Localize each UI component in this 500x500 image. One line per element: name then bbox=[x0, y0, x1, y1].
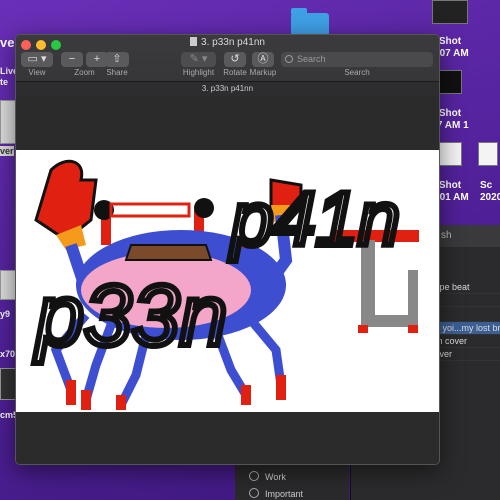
search-icon bbox=[285, 55, 293, 63]
right-eye bbox=[194, 198, 214, 218]
edge-label-ver: ver bbox=[0, 146, 14, 156]
drawing-image: PEEN p33n p41n bbox=[16, 150, 439, 412]
edge-label-ve: ve bbox=[0, 35, 15, 50]
share-label: Share bbox=[106, 68, 128, 77]
desktop-file-label: Shot bbox=[438, 36, 462, 47]
zoom-in-icon: + bbox=[93, 53, 101, 65]
desktop-file-label: Shot bbox=[438, 108, 462, 119]
leg-tips bbox=[66, 375, 286, 410]
view-button[interactable]: ▭ ▾ bbox=[21, 52, 53, 67]
search-label: Search bbox=[344, 68, 370, 77]
screenshot-thumbnail-icon bbox=[438, 70, 462, 94]
left-claw bbox=[34, 159, 98, 242]
desktop-screenshot-file[interactable]: Sc 2020 bbox=[480, 180, 500, 204]
zoom-out-button[interactable]: − bbox=[61, 52, 83, 67]
share-icon: ⇧ bbox=[112, 53, 122, 65]
screenshot-thumbnail-icon bbox=[432, 0, 468, 24]
eyeglasses bbox=[109, 202, 191, 218]
desktop-file-sublabel: 2020 bbox=[480, 192, 500, 203]
document-icon bbox=[190, 37, 198, 46]
edge-label-x70: x70 bbox=[0, 349, 16, 359]
desktop-file-label: Sc bbox=[480, 180, 493, 191]
screenshot-thumbnail-icon bbox=[438, 142, 462, 166]
tag-circle-icon bbox=[249, 471, 259, 481]
tag-important[interactable]: Important bbox=[249, 487, 303, 500]
view-label: View bbox=[28, 68, 46, 77]
rotate-button[interactable]: ↺ bbox=[224, 52, 246, 67]
window-title-text: 3. p33n p41nn bbox=[201, 37, 265, 48]
crab-mouth bbox=[124, 244, 213, 261]
desktop-screenshot-file[interactable] bbox=[475, 142, 500, 168]
desktop-thumbnail[interactable] bbox=[0, 270, 16, 300]
preview-window[interactable]: 3. p33n p41nn ▭ ▾ View − + Zoom ⇧ Share … bbox=[15, 34, 440, 465]
tag-label: Important bbox=[265, 489, 304, 499]
document-tab[interactable]: 3. p33n p41nn bbox=[16, 81, 439, 96]
tag-circle-icon bbox=[249, 488, 259, 498]
zoom-out-icon: − bbox=[68, 53, 76, 65]
handwritten-right-word: p41n bbox=[229, 177, 400, 262]
desktop-thumbnail[interactable] bbox=[0, 100, 16, 144]
tag-label: Work bbox=[265, 472, 286, 482]
finder-sidebar-tags: Work Important bbox=[235, 462, 349, 500]
markup-button[interactable]: Ⓐ bbox=[252, 52, 274, 67]
highlighter-icon: ✎ ▾ bbox=[189, 53, 208, 65]
desktop: ve Live te ver y9 x70 cm5 Shot 8.07 AM S… bbox=[0, 0, 500, 500]
tag-work[interactable]: Work bbox=[249, 470, 286, 484]
highlight-label: Highlight bbox=[182, 68, 215, 77]
share-button[interactable]: ⇧ bbox=[105, 52, 129, 67]
desktop-file-label: Shot bbox=[438, 180, 462, 191]
sidebar-view-icon: ▭ ▾ bbox=[27, 53, 47, 65]
desktop-screenshot-file[interactable] bbox=[420, 0, 480, 26]
desktop-thumbnail[interactable] bbox=[0, 368, 16, 400]
rotate-icon: ↺ bbox=[230, 53, 240, 65]
search-placeholder: Search bbox=[297, 54, 326, 64]
markup-label: Markup bbox=[249, 68, 277, 77]
markup-pen-icon: Ⓐ bbox=[257, 53, 269, 65]
window-title: 3. p33n p41nn bbox=[16, 37, 439, 48]
tab-title: 3. p33n p41nn bbox=[201, 84, 254, 93]
edge-label-te: te bbox=[0, 77, 9, 87]
edge-label-y9: y9 bbox=[0, 309, 11, 319]
search-field[interactable]: Search bbox=[281, 52, 433, 67]
screenshot-thumbnail-icon bbox=[477, 142, 498, 166]
crab-drawing: PEEN p33n p41n bbox=[30, 159, 419, 410]
document-canvas[interactable]: PEEN p33n p41n bbox=[16, 96, 439, 464]
highlight-button[interactable]: ✎ ▾ bbox=[181, 52, 216, 67]
handwritten-left-word: p33n bbox=[33, 268, 227, 364]
